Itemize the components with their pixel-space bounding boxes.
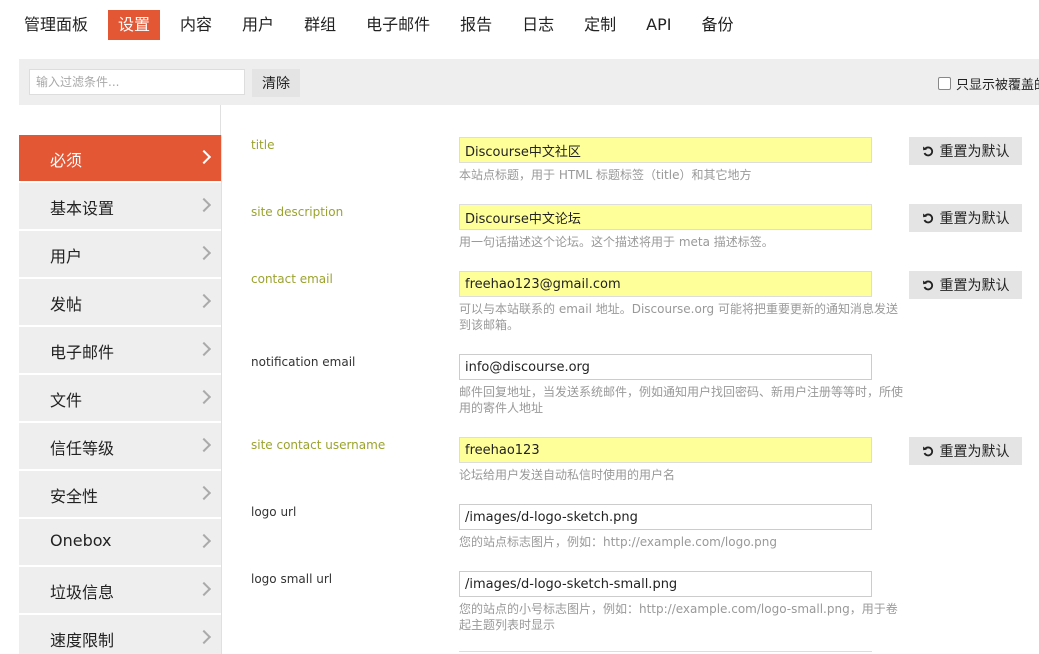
tab-api[interactable]: API (636, 10, 681, 40)
chevron-right-icon (196, 149, 212, 165)
divider (220, 105, 221, 135)
admin-nav: 管理面板 设置 内容 用户 群组 电子邮件 报告 日志 定制 API 备份 (14, 10, 753, 42)
only-overridden-toggle[interactable]: 只显示被覆盖的 (938, 75, 1039, 93)
setting-description: 邮件回复地址，当发送系统邮件，例如通知用户找回密码、新用户注册等等时，所使用的寄… (459, 385, 904, 415)
reset-button-label: 重置为默认 (939, 211, 1010, 227)
chevron-right-icon (196, 389, 212, 405)
checkbox-icon[interactable] (938, 76, 951, 90)
setting-label: logo url (251, 505, 297, 519)
sidebar-item-label: 必须 (50, 151, 83, 170)
tab-backups[interactable]: 备份 (691, 10, 743, 40)
setting-label: site description (251, 205, 344, 219)
setting-description: 可以与本站联系的 email 地址。Discourse.org 可能将把重要更新… (459, 302, 898, 332)
reset-button-label: 重置为默认 (939, 444, 1010, 460)
filter-bar: 清除 只显示被覆盖的 (19, 59, 1039, 105)
tab-customize[interactable]: 定制 (574, 10, 626, 40)
undo-icon (922, 446, 933, 457)
reset-button[interactable]: 重置为默认 (909, 437, 1022, 465)
chevron-right-icon (196, 485, 212, 501)
tab-logs[interactable]: 日志 (512, 10, 564, 40)
setting-site-contact-username-input[interactable] (459, 437, 872, 463)
tab-groups[interactable]: 群组 (294, 10, 346, 40)
sidebar-item-label: 发帖 (50, 295, 83, 314)
settings-sidebar: 必须 基本设置 用户 发帖 电子邮件 文件 信任等级 安全性 Onebox 垃圾… (19, 135, 222, 654)
setting-logo-small-url-input[interactable] (459, 571, 872, 597)
reset-button-label: 重置为默认 (939, 144, 1010, 160)
setting-contact-email-input[interactable] (459, 271, 872, 297)
sidebar-item-rate-limits[interactable]: 速度限制 (19, 615, 221, 654)
tab-dashboard[interactable]: 管理面板 (14, 10, 98, 40)
undo-icon (922, 280, 933, 291)
sidebar-item-basic[interactable]: 基本设置 (19, 183, 221, 229)
tab-email[interactable]: 电子邮件 (356, 10, 440, 40)
chevron-right-icon (196, 197, 212, 213)
setting-description: 您的站点标志图片，例如：http://example.com/logo.png (459, 535, 777, 549)
setting-description: 本站点标题，用于 HTML 标题标签（title）和其它地方 (459, 168, 752, 182)
reset-button[interactable]: 重置为默认 (909, 271, 1022, 299)
setting-description: 用一句话描述这个论坛。这个描述将用于 meta 描述标签。 (459, 235, 774, 249)
setting-site-description-input[interactable] (459, 204, 872, 230)
setting-description: 您的站点的小号标志图片，例如：http://example.com/logo-s… (459, 602, 898, 632)
tab-users[interactable]: 用户 (232, 10, 284, 40)
chevron-right-icon (196, 629, 212, 645)
only-overridden-label: 只显示被覆盖的 (956, 77, 1039, 93)
sidebar-item-label: 电子邮件 (50, 343, 115, 362)
reset-button-label: 重置为默认 (939, 278, 1010, 294)
chevron-right-icon (196, 341, 212, 357)
sidebar-item-trust-levels[interactable]: 信任等级 (19, 423, 221, 469)
sidebar-item-label: 安全性 (50, 487, 99, 506)
sidebar-item-spam[interactable]: 垃圾信息 (19, 567, 221, 613)
chevron-right-icon (196, 293, 212, 309)
setting-description: 论坛给用户发送自动私信时使用的用户名 (459, 468, 676, 482)
setting-label: contact email (251, 272, 333, 286)
sidebar-item-security[interactable]: 安全性 (19, 471, 221, 517)
sidebar-item-label: 用户 (50, 247, 83, 266)
filter-input[interactable] (29, 69, 245, 95)
tab-reports[interactable]: 报告 (450, 10, 502, 40)
undo-icon (922, 213, 933, 224)
reset-button[interactable]: 重置为默认 (909, 204, 1022, 232)
sidebar-item-label: 垃圾信息 (50, 583, 115, 602)
chevron-right-icon (196, 533, 212, 549)
sidebar-item-label: 信任等级 (50, 439, 115, 458)
sidebar-item-label: Onebox (50, 531, 112, 550)
setting-label: notification email (251, 355, 356, 369)
sidebar-item-required[interactable]: 必须 (19, 135, 221, 181)
sidebar-item-label: 文件 (50, 391, 83, 410)
tab-settings[interactable]: 设置 (108, 10, 161, 40)
sidebar-item-files[interactable]: 文件 (19, 375, 221, 421)
chevron-right-icon (196, 245, 212, 261)
chevron-right-icon (196, 437, 212, 453)
setting-label: site contact username (251, 438, 386, 452)
reset-button[interactable]: 重置为默认 (909, 137, 1022, 165)
setting-label: title (251, 138, 275, 152)
sidebar-item-label: 基本设置 (50, 199, 115, 218)
setting-label: logo small url (251, 572, 333, 586)
tab-content[interactable]: 内容 (170, 10, 222, 40)
setting-logo-url-input[interactable] (459, 504, 872, 530)
sidebar-item-email[interactable]: 电子邮件 (19, 327, 221, 373)
sidebar-item-onebox[interactable]: Onebox (19, 519, 221, 565)
sidebar-item-users[interactable]: 用户 (19, 231, 221, 277)
sidebar-item-posting[interactable]: 发帖 (19, 279, 221, 325)
divider (459, 651, 872, 652)
setting-notification-email-input[interactable] (459, 354, 872, 380)
sidebar-item-label: 速度限制 (50, 631, 115, 650)
setting-title-input[interactable] (459, 137, 872, 163)
undo-icon (922, 146, 933, 157)
clear-button[interactable]: 清除 (252, 69, 300, 97)
chevron-right-icon (196, 581, 212, 597)
